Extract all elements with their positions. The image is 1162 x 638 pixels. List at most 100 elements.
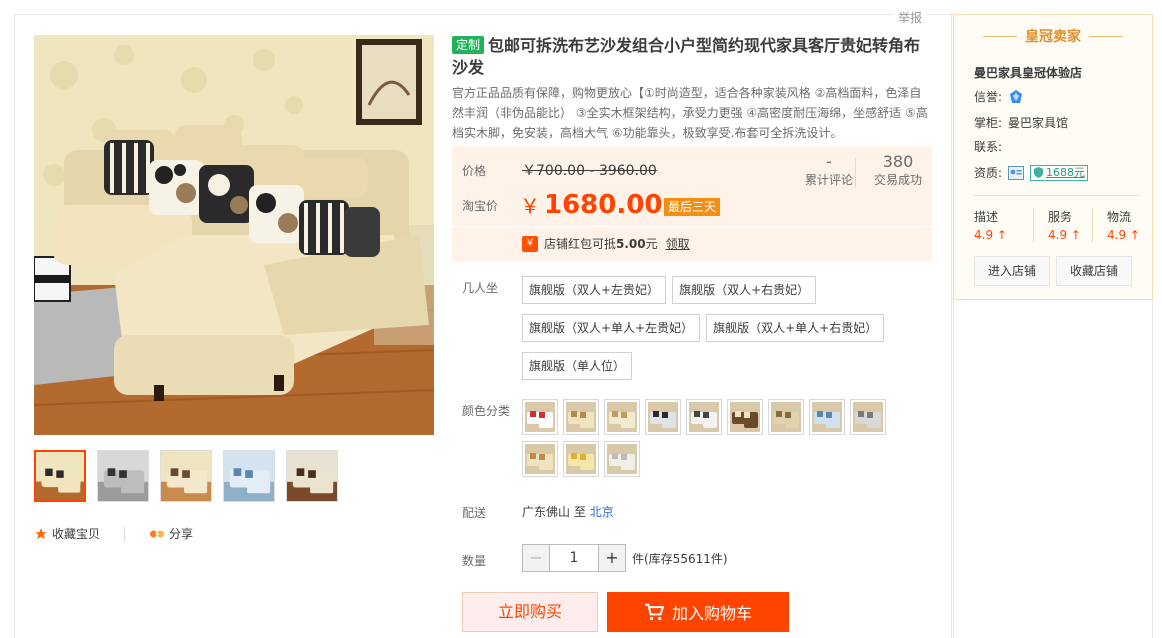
badge-1688-text: 1688元 <box>1046 165 1086 179</box>
current-price: ￥ 1680.00 <box>520 190 662 220</box>
id-card-icon[interactable] <box>1008 165 1025 180</box>
sales-stat[interactable]: 380 交易成功 <box>870 152 926 188</box>
original-price: ￥700.00 - 3960.00 <box>522 163 657 179</box>
coupon-row: ￥ 店铺红包可抵5.00元 领取 <box>522 235 690 252</box>
seat-option[interactable]: 旗舰版（单人位） <box>522 352 633 380</box>
product-title: 定制 包邮可拆洗布艺沙发组合小户型简约现代家具客厅贵妃转角布沙发 <box>452 35 930 79</box>
custom-tag: 定制 <box>452 36 485 54</box>
price-divider <box>452 226 932 227</box>
seller-header: 皇冠卖家 <box>954 15 1152 57</box>
decor-line <box>1089 35 1123 37</box>
price-box: 价格 ￥700.00 - 3960.00 淘宝价 ￥ 1680.00 最后三天 -… <box>452 146 932 262</box>
thumbnail[interactable] <box>34 450 86 502</box>
manager-name[interactable]: 曼巴家具馆 <box>1008 114 1068 131</box>
qualification-row: 资质: 1688元 <box>974 164 1089 181</box>
thumbnail[interactable] <box>223 450 275 502</box>
quantity-input[interactable]: 1 <box>550 544 598 572</box>
add-to-cart-button[interactable]: 加入购物车 <box>607 592 789 632</box>
seat-option[interactable]: 旗舰版（双人+右贵妃） <box>672 276 817 304</box>
share-label: 分享 <box>169 527 194 541</box>
claim-coupon-link[interactable]: 领取 <box>666 235 690 252</box>
ship-to-city[interactable]: 北京 <box>590 505 614 519</box>
favorite-shop-button[interactable]: 收藏店铺 <box>1056 256 1132 286</box>
coupon-icon: ￥ <box>522 235 538 252</box>
product-subtitle: 官方正品品质有保障，购物更放心【①时尚造型，适合各种家装风格 ②高档面料，色泽自… <box>452 86 928 140</box>
currency-symbol: ￥ <box>520 194 540 218</box>
shipping-label: 配送 <box>462 506 487 520</box>
share-button[interactable]: 分享 <box>149 525 193 542</box>
thumbnail[interactable] <box>160 450 212 502</box>
shop-scores: 描述 4.9 ↑ 服务 4.9 ↑ 物流 4.9 ↑ <box>974 208 1151 242</box>
seats-label: 几人坐 <box>462 281 499 295</box>
manager-label: 掌柜: <box>974 116 1003 130</box>
report-link[interactable]: 举报 <box>894 9 927 26</box>
seat-option[interactable]: 旗舰版（双人+左贵妃） <box>522 276 667 304</box>
seller-buttons: 进入店铺 收藏店铺 <box>974 256 1132 286</box>
quantity-label: 数量 <box>462 554 487 568</box>
color-swatch[interactable] <box>809 399 845 435</box>
coupon-amount: 5.00 <box>616 237 646 251</box>
manager-row: 掌柜: 曼巴家具馆 <box>974 114 1068 131</box>
color-swatch[interactable] <box>727 399 763 435</box>
seller-divider <box>974 195 1140 196</box>
color-swatches <box>522 399 902 477</box>
quantity-stepper: − 1 + 件(库存55611件) <box>522 544 728 572</box>
color-swatch[interactable] <box>604 441 640 477</box>
quantity-increase-button[interactable]: + <box>598 544 626 572</box>
thumbnail[interactable] <box>97 450 149 502</box>
quantity-decrease-button[interactable]: − <box>522 544 550 572</box>
buy-now-button[interactable]: 立即购买 <box>462 592 598 632</box>
color-swatch[interactable] <box>645 399 681 435</box>
decor-line <box>983 35 1017 37</box>
thumbnail[interactable] <box>286 450 338 502</box>
favorite-label: 收藏宝贝 <box>52 527 101 541</box>
score-label: 物流 <box>1107 210 1132 224</box>
shop-score: 服务 4.9 ↑ <box>1033 208 1092 242</box>
color-swatch[interactable] <box>768 399 804 435</box>
gallery-actions: 收藏宝贝 分享 <box>34 525 193 542</box>
color-swatch[interactable] <box>686 399 722 435</box>
coupon-unit: 元 <box>645 237 658 251</box>
color-swatch[interactable] <box>604 399 640 435</box>
coupon-text: 店铺红包可抵5.00元 <box>544 235 658 252</box>
seller-panel: 皇冠卖家 曼巴家具皇冠体验店 信誉: 掌柜: 曼巴家具馆 联系: 资质: 168… <box>953 14 1153 300</box>
seller-header-title: 皇冠卖家 <box>1025 29 1081 45</box>
review-label: 累计评论 <box>804 173 853 187</box>
thumbnail-strip <box>34 450 338 502</box>
enter-shop-button[interactable]: 进入店铺 <box>974 256 1050 286</box>
seat-option[interactable]: 旗舰版（双人+单人+左贵妃） <box>522 314 701 342</box>
taobao-price-label: 淘宝价 <box>462 199 499 213</box>
shield-icon <box>1033 167 1044 178</box>
color-label: 颜色分类 <box>462 404 511 418</box>
favorite-item-button[interactable]: 收藏宝贝 <box>34 525 100 542</box>
color-swatch[interactable] <box>522 441 558 477</box>
share-icon <box>150 530 165 537</box>
right-border <box>1152 300 1153 638</box>
cart-icon <box>644 603 664 621</box>
badge-1688[interactable]: 1688元 <box>1030 164 1089 181</box>
shop-name[interactable]: 曼巴家具皇冠体验店 <box>974 64 1082 81</box>
credit-label: 信誉: <box>974 90 1003 104</box>
coupon-prefix: 店铺红包可抵 <box>544 237 617 251</box>
credit-row: 信誉: <box>974 88 1024 105</box>
qualification-label: 资质: <box>974 166 1003 180</box>
color-swatch[interactable] <box>522 399 558 435</box>
shipping-route: 广东佛山 至 北京 <box>522 503 614 520</box>
review-stat[interactable]: - 累计评论 <box>802 152 856 188</box>
product-title-text: 包邮可拆洗布艺沙发组合小户型简约现代家具客厅贵妃转角布沙发 <box>452 36 921 77</box>
color-swatch[interactable] <box>563 399 599 435</box>
seat-option[interactable]: 旗舰版（双人+单人+右贵妃） <box>706 314 885 342</box>
main-product-image[interactable] <box>34 35 434 435</box>
divider <box>124 525 126 542</box>
score-value: 4.9 ↑ <box>974 228 1007 242</box>
promo-tag: 最后三天 <box>664 198 721 216</box>
seats-options: 旗舰版（双人+左贵妃） 旗舰版（双人+右贵妃） 旗舰版（双人+单人+左贵妃） 旗舰版（… <box>522 276 942 380</box>
review-count: - <box>826 152 832 171</box>
sales-count: 380 <box>882 152 914 171</box>
star-icon <box>35 527 47 539</box>
crown-icon[interactable] <box>1008 89 1024 105</box>
ship-from: 广东佛山 <box>522 505 571 519</box>
color-swatch[interactable] <box>563 441 599 477</box>
color-swatch[interactable] <box>850 399 886 435</box>
shop-score: 物流 4.9 ↑ <box>1092 208 1151 242</box>
